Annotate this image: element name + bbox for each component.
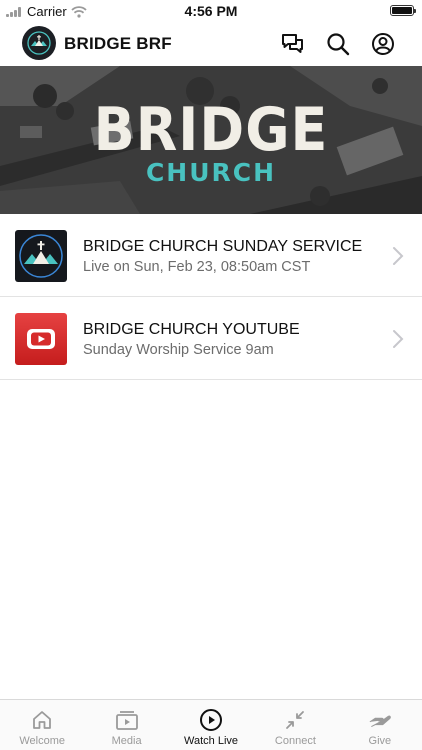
tab-give[interactable]: Give [338,700,422,750]
home-icon [30,708,54,732]
hero-subtitle: CHURCH [145,158,277,187]
tab-label: Welcome [19,735,66,747]
hero-title: BRIDGE [93,94,329,165]
play-icon [199,708,223,732]
chevron-right-icon [393,330,404,348]
church-logo-icon[interactable] [22,26,56,60]
status-bar: Carrier 4:56 PM [0,0,422,22]
tab-watch-live[interactable]: Watch Live [169,700,253,750]
profile-button[interactable] [370,31,396,57]
list-item-title: BRIDGE CHURCH SUNDAY SERVICE [83,238,363,255]
list-item-title: BRIDGE CHURCH YOUTUBE [83,321,300,338]
tab-label: Connect [274,735,316,747]
tab-label: Watch Live [184,735,239,747]
youtube-logo-icon [15,313,67,365]
battery-icon [390,5,416,16]
user-icon [372,33,394,55]
status-time: 4:56 PM [184,3,238,19]
list-item[interactable]: BRIDGE CHURCH YOUTUBE Sunday Worship Ser… [0,297,422,380]
church-logo-icon [15,230,67,282]
tab-media[interactable]: Media [84,700,168,750]
give-icon [368,708,392,732]
chat-icon [282,34,303,53]
messages-button[interactable] [280,31,306,57]
list-item[interactable]: BRIDGE CHURCH SUNDAY SERVICE Live on Sun… [0,214,422,297]
chevron-right-icon [393,247,404,265]
media-icon [115,708,139,732]
tab-welcome[interactable]: Welcome [0,700,84,750]
tab-connect[interactable]: Connect [253,700,337,750]
connect-icon [283,708,307,732]
list-item-subtitle: Live on Sun, Feb 23, 08:50am CST [83,259,311,275]
tab-label: Media [111,735,142,747]
search-button[interactable] [325,31,351,57]
tab-bar: Welcome Media Watch Live Connect Give [0,699,422,750]
list-item-subtitle: Sunday Worship Service 9am [83,342,274,358]
live-list: BRIDGE CHURCH SUNDAY SERVICE Live on Sun… [0,214,422,380]
app-header: BRIDGE BRF [0,22,422,66]
hero-banner: BRIDGE CHURCH [0,66,422,214]
tab-label: Give [368,735,392,747]
app-title: BRIDGE BRF [64,34,172,53]
search-icon [327,33,350,56]
